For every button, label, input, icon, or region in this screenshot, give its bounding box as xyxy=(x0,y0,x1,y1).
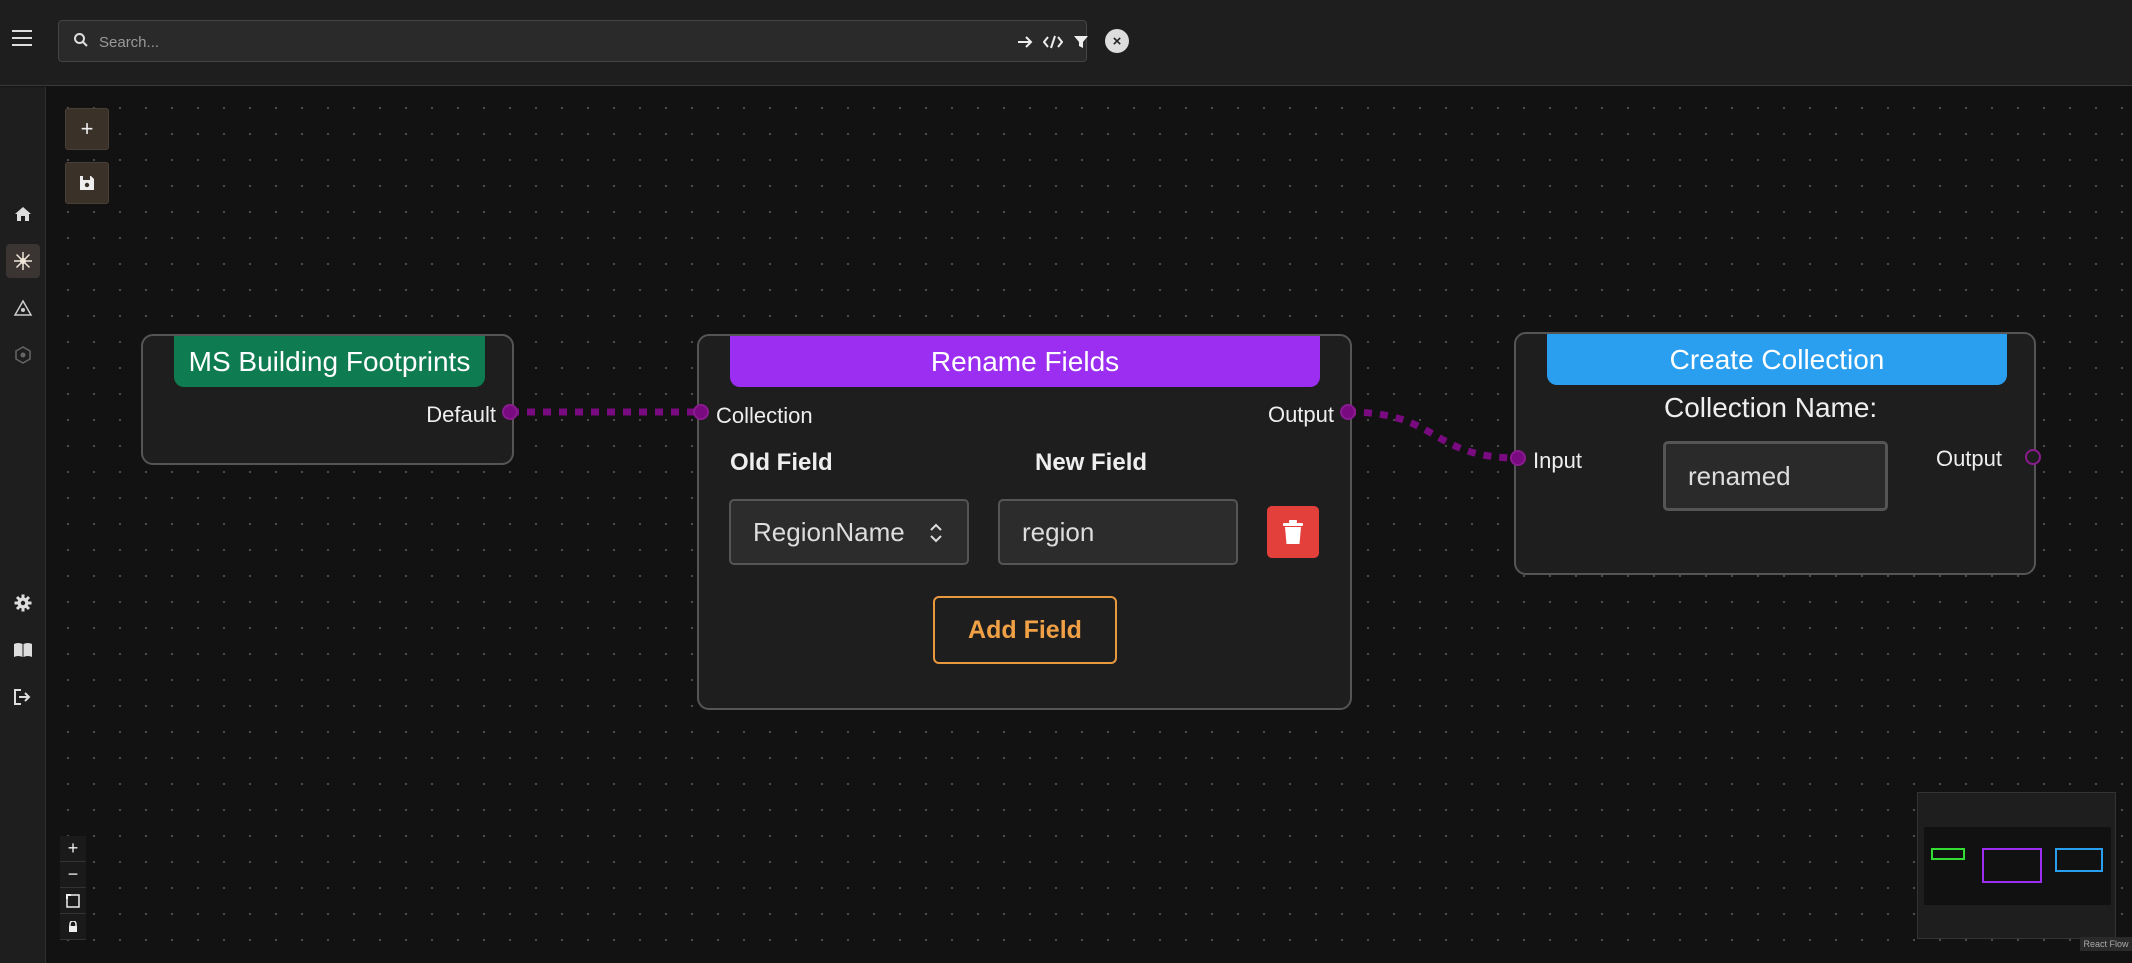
new-field-value: region xyxy=(1022,516,1095,547)
output-port-label: Output xyxy=(1267,402,1334,427)
minimap[interactable] xyxy=(1917,792,2116,939)
fit-view-icon xyxy=(66,893,80,908)
delete-field-button[interactable] xyxy=(1267,506,1319,558)
new-field-input[interactable]: region xyxy=(998,499,1238,565)
output-port-default[interactable] xyxy=(502,404,518,420)
input-port-collection[interactable] xyxy=(693,404,709,420)
chevron-updown-icon xyxy=(930,523,942,543)
zoom-out-button[interactable]: − xyxy=(60,862,86,888)
old-field-select[interactable]: RegionName xyxy=(729,499,969,565)
old-field-header: Old Field xyxy=(730,449,833,476)
react-flow-attribution[interactable]: React Flow xyxy=(2080,937,2132,951)
input-port-label: Collection xyxy=(716,403,813,428)
collection-name-label: Collection Name: xyxy=(1664,392,1878,423)
node-title: MS Building Footprints xyxy=(174,336,485,387)
minimap-node-source xyxy=(1931,848,1965,860)
output-port-label: Default xyxy=(426,402,496,427)
minimap-viewport xyxy=(1924,827,2111,905)
node-title: Create Collection xyxy=(1547,334,2007,385)
zoom-in-button[interactable]: + xyxy=(60,836,86,862)
fit-view-button[interactable] xyxy=(60,888,86,914)
edge-rename-to-create xyxy=(1347,408,1519,462)
trash-icon xyxy=(1283,520,1303,544)
lock-button[interactable] xyxy=(60,914,86,940)
lock-icon xyxy=(69,920,77,932)
collection-name-value: renamed xyxy=(1688,460,1791,491)
input-port-create[interactable] xyxy=(1510,450,1526,466)
node-ms-building-footprints[interactable]: MS Building Footprints Default xyxy=(141,334,514,465)
output-port-label: Output xyxy=(1935,446,2002,471)
minimap-node-rename xyxy=(1982,848,2042,883)
new-field-header: New Field xyxy=(1035,449,1148,476)
old-field-value: RegionName xyxy=(753,516,905,547)
node-title: Rename Fields xyxy=(730,336,1320,387)
minimap-node-create xyxy=(2055,848,2103,872)
collection-name-input[interactable]: renamed xyxy=(1663,441,1888,511)
input-port-label: Input xyxy=(1533,448,1582,473)
add-field-button[interactable]: Add Field xyxy=(933,596,1117,664)
output-port-rename[interactable] xyxy=(1340,404,1356,420)
output-port-create[interactable] xyxy=(2025,449,2041,465)
